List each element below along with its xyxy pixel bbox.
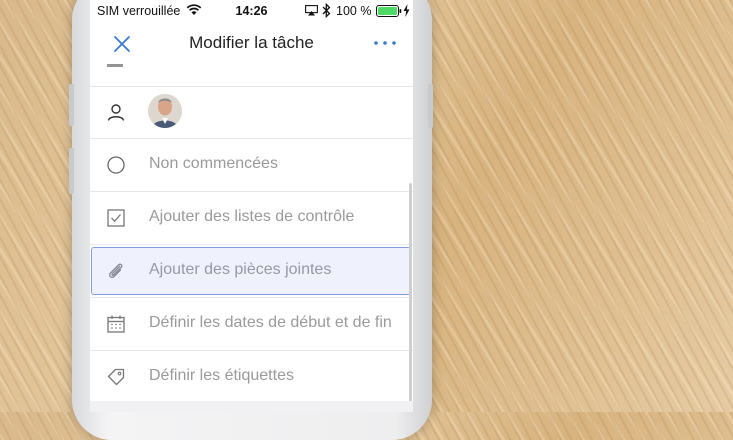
phone-side-button	[428, 84, 433, 128]
screen-mirroring-icon	[305, 5, 318, 16]
dates-label: Définir les dates de début et de fin	[149, 314, 392, 331]
checklist-row[interactable]: Ajouter des listes de contrôle	[90, 192, 413, 245]
phone-screen: SIM verrouillée 14:26 100 % Modifier la …	[90, 0, 413, 412]
dates-row[interactable]: Définir les dates de début et de fin	[90, 298, 413, 351]
calendar-icon	[107, 315, 125, 333]
partial-icon	[107, 64, 123, 67]
person-icon	[107, 104, 125, 121]
progress-row[interactable]: Non commencées	[90, 139, 413, 192]
page-title: Modifier la tâche	[189, 33, 314, 52]
battery-percent: 100 %	[336, 4, 372, 18]
avatar[interactable]	[148, 94, 182, 128]
bluetooth-icon	[322, 3, 331, 18]
phone-side-button	[69, 84, 74, 126]
checklist-icon	[107, 209, 125, 227]
attachments-row[interactable]: Ajouter des pièces jointes	[90, 245, 413, 298]
battery-icon	[376, 5, 402, 17]
nav-bar: Modifier la tâche	[90, 24, 413, 64]
tag-icon	[107, 368, 125, 386]
scrollbar[interactable]	[409, 183, 412, 403]
status-bar: SIM verrouillée 14:26 100 %	[90, 0, 413, 24]
labels-row[interactable]: Définir les étiquettes	[90, 351, 413, 404]
charging-icon	[403, 4, 410, 17]
assignee-row[interactable]	[90, 86, 413, 139]
phone-side-button	[69, 148, 74, 194]
progress-label: Non commencées	[149, 155, 278, 172]
bottom-section	[90, 401, 413, 412]
paperclip-icon	[109, 263, 123, 278]
labels-label: Définir les étiquettes	[149, 367, 294, 384]
more-icon[interactable]	[373, 36, 397, 50]
list-item	[90, 64, 413, 87]
circle-icon	[107, 156, 125, 174]
checklist-label: Ajouter des listes de contrôle	[149, 208, 355, 225]
attachments-label: Ajouter des pièces jointes	[149, 261, 332, 278]
